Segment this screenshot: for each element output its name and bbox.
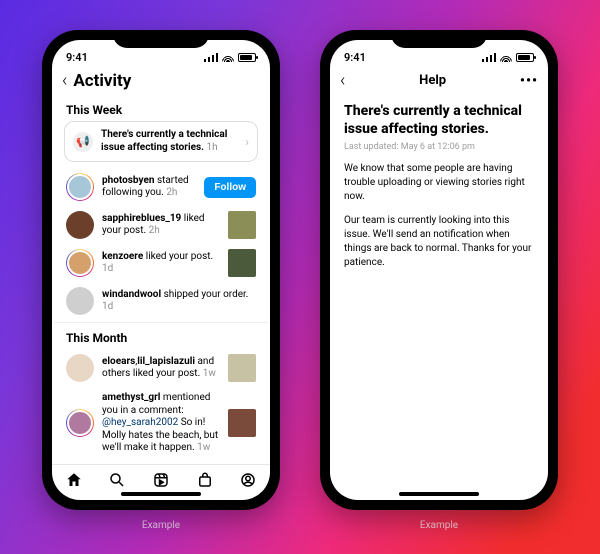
activity-text: eloears,lil_lapislazuli and others liked… xyxy=(102,356,220,381)
activity-text: photosbyen started following you. 2h xyxy=(102,175,196,200)
battery-icon xyxy=(516,53,534,62)
screen-help: 9:41 ‹ Help ••• There's currently a tech… xyxy=(330,40,548,500)
help-headline: There's currently a technical issue affe… xyxy=(344,103,534,138)
nav-reels-icon[interactable] xyxy=(152,471,170,493)
more-options-button[interactable]: ••• xyxy=(520,73,538,89)
post-thumbnail[interactable] xyxy=(228,409,256,437)
activity-row[interactable]: sapphireblues_19 liked your post. 2h xyxy=(54,206,268,244)
help-paragraph: We know that some people are having trou… xyxy=(344,162,534,204)
nav-home-icon[interactable] xyxy=(65,471,83,493)
status-time: 9:41 xyxy=(66,51,88,64)
activity-row[interactable]: eloears,lil_lapislazuli and others liked… xyxy=(54,349,268,387)
activity-row[interactable]: amethyst_grl mentioned you in a comment:… xyxy=(54,387,268,460)
avatar[interactable] xyxy=(66,287,94,315)
header-activity: ‹ Activity xyxy=(52,68,270,97)
avatar[interactable] xyxy=(66,249,94,277)
alert-banner[interactable]: 📢 There's currently a technical issue af… xyxy=(64,121,258,162)
wifi-icon xyxy=(500,53,512,62)
status-time: 9:41 xyxy=(344,51,366,64)
activity-feed[interactable]: This Week 📢 There's currently a technica… xyxy=(52,97,270,464)
caption-right: Example xyxy=(420,520,458,531)
avatar[interactable] xyxy=(66,211,94,239)
notch xyxy=(113,30,209,48)
home-indicator[interactable] xyxy=(121,492,201,496)
activity-text: amethyst_grl mentioned you in a comment:… xyxy=(102,392,220,455)
activity-row[interactable]: windandwool shipped your order. 1d xyxy=(54,282,268,320)
follow-button[interactable]: Follow xyxy=(204,177,256,198)
signal-icon xyxy=(482,53,496,62)
home-indicator[interactable] xyxy=(399,492,479,496)
help-content[interactable]: There's currently a technical issue affe… xyxy=(330,97,548,500)
page-title: Activity xyxy=(73,71,131,91)
nav-shop-icon[interactable] xyxy=(196,471,214,493)
caption-left: Example xyxy=(142,520,180,531)
phone-activity: 9:41 ‹ Activity This Week 📢 There's curr… xyxy=(42,30,280,510)
chevron-right-icon: › xyxy=(245,135,249,149)
activity-row[interactable]: photosbyen started following you. 2h Fol… xyxy=(54,168,268,206)
megaphone-icon: 📢 xyxy=(73,132,93,152)
post-thumbnail[interactable] xyxy=(228,354,256,382)
post-thumbnail[interactable] xyxy=(228,249,256,277)
nav-search-icon[interactable] xyxy=(108,471,126,493)
divider xyxy=(54,322,268,323)
avatar[interactable] xyxy=(66,409,94,437)
notch xyxy=(391,30,487,48)
activity-row[interactable]: kenzoere liked your post. 1d xyxy=(54,244,268,282)
avatar[interactable] xyxy=(66,354,94,382)
wifi-icon xyxy=(222,53,234,62)
phone-help: 9:41 ‹ Help ••• There's currently a tech… xyxy=(320,30,558,510)
activity-text: windandwool shipped your order. 1d xyxy=(102,289,256,314)
post-thumbnail[interactable] xyxy=(228,211,256,239)
nav-profile-icon[interactable] xyxy=(239,471,257,493)
activity-text: sapphireblues_19 liked your post. 2h xyxy=(102,213,220,238)
alert-time: 1h xyxy=(207,142,218,153)
section-header-this-month: This Month xyxy=(54,325,268,349)
battery-icon xyxy=(238,53,256,62)
alert-text: There's currently a technical issue affe… xyxy=(101,129,237,154)
signal-icon xyxy=(204,53,218,62)
back-button[interactable]: ‹ xyxy=(340,70,345,91)
page-title: Help xyxy=(351,73,514,88)
back-button[interactable]: ‹ xyxy=(62,70,67,91)
help-paragraph: Our team is currently looking into this … xyxy=(344,214,534,270)
activity-text: kenzoere liked your post. 1d xyxy=(102,251,220,276)
mention-link[interactable]: @hey_sarah2002 xyxy=(102,417,178,428)
help-last-updated: Last updated: May 6 at 12:06 pm xyxy=(344,142,534,152)
header-help: ‹ Help ••• xyxy=(330,68,548,97)
avatar[interactable] xyxy=(66,173,94,201)
screen-activity: 9:41 ‹ Activity This Week 📢 There's curr… xyxy=(52,40,270,500)
section-header-this-week: This Week xyxy=(54,97,268,121)
